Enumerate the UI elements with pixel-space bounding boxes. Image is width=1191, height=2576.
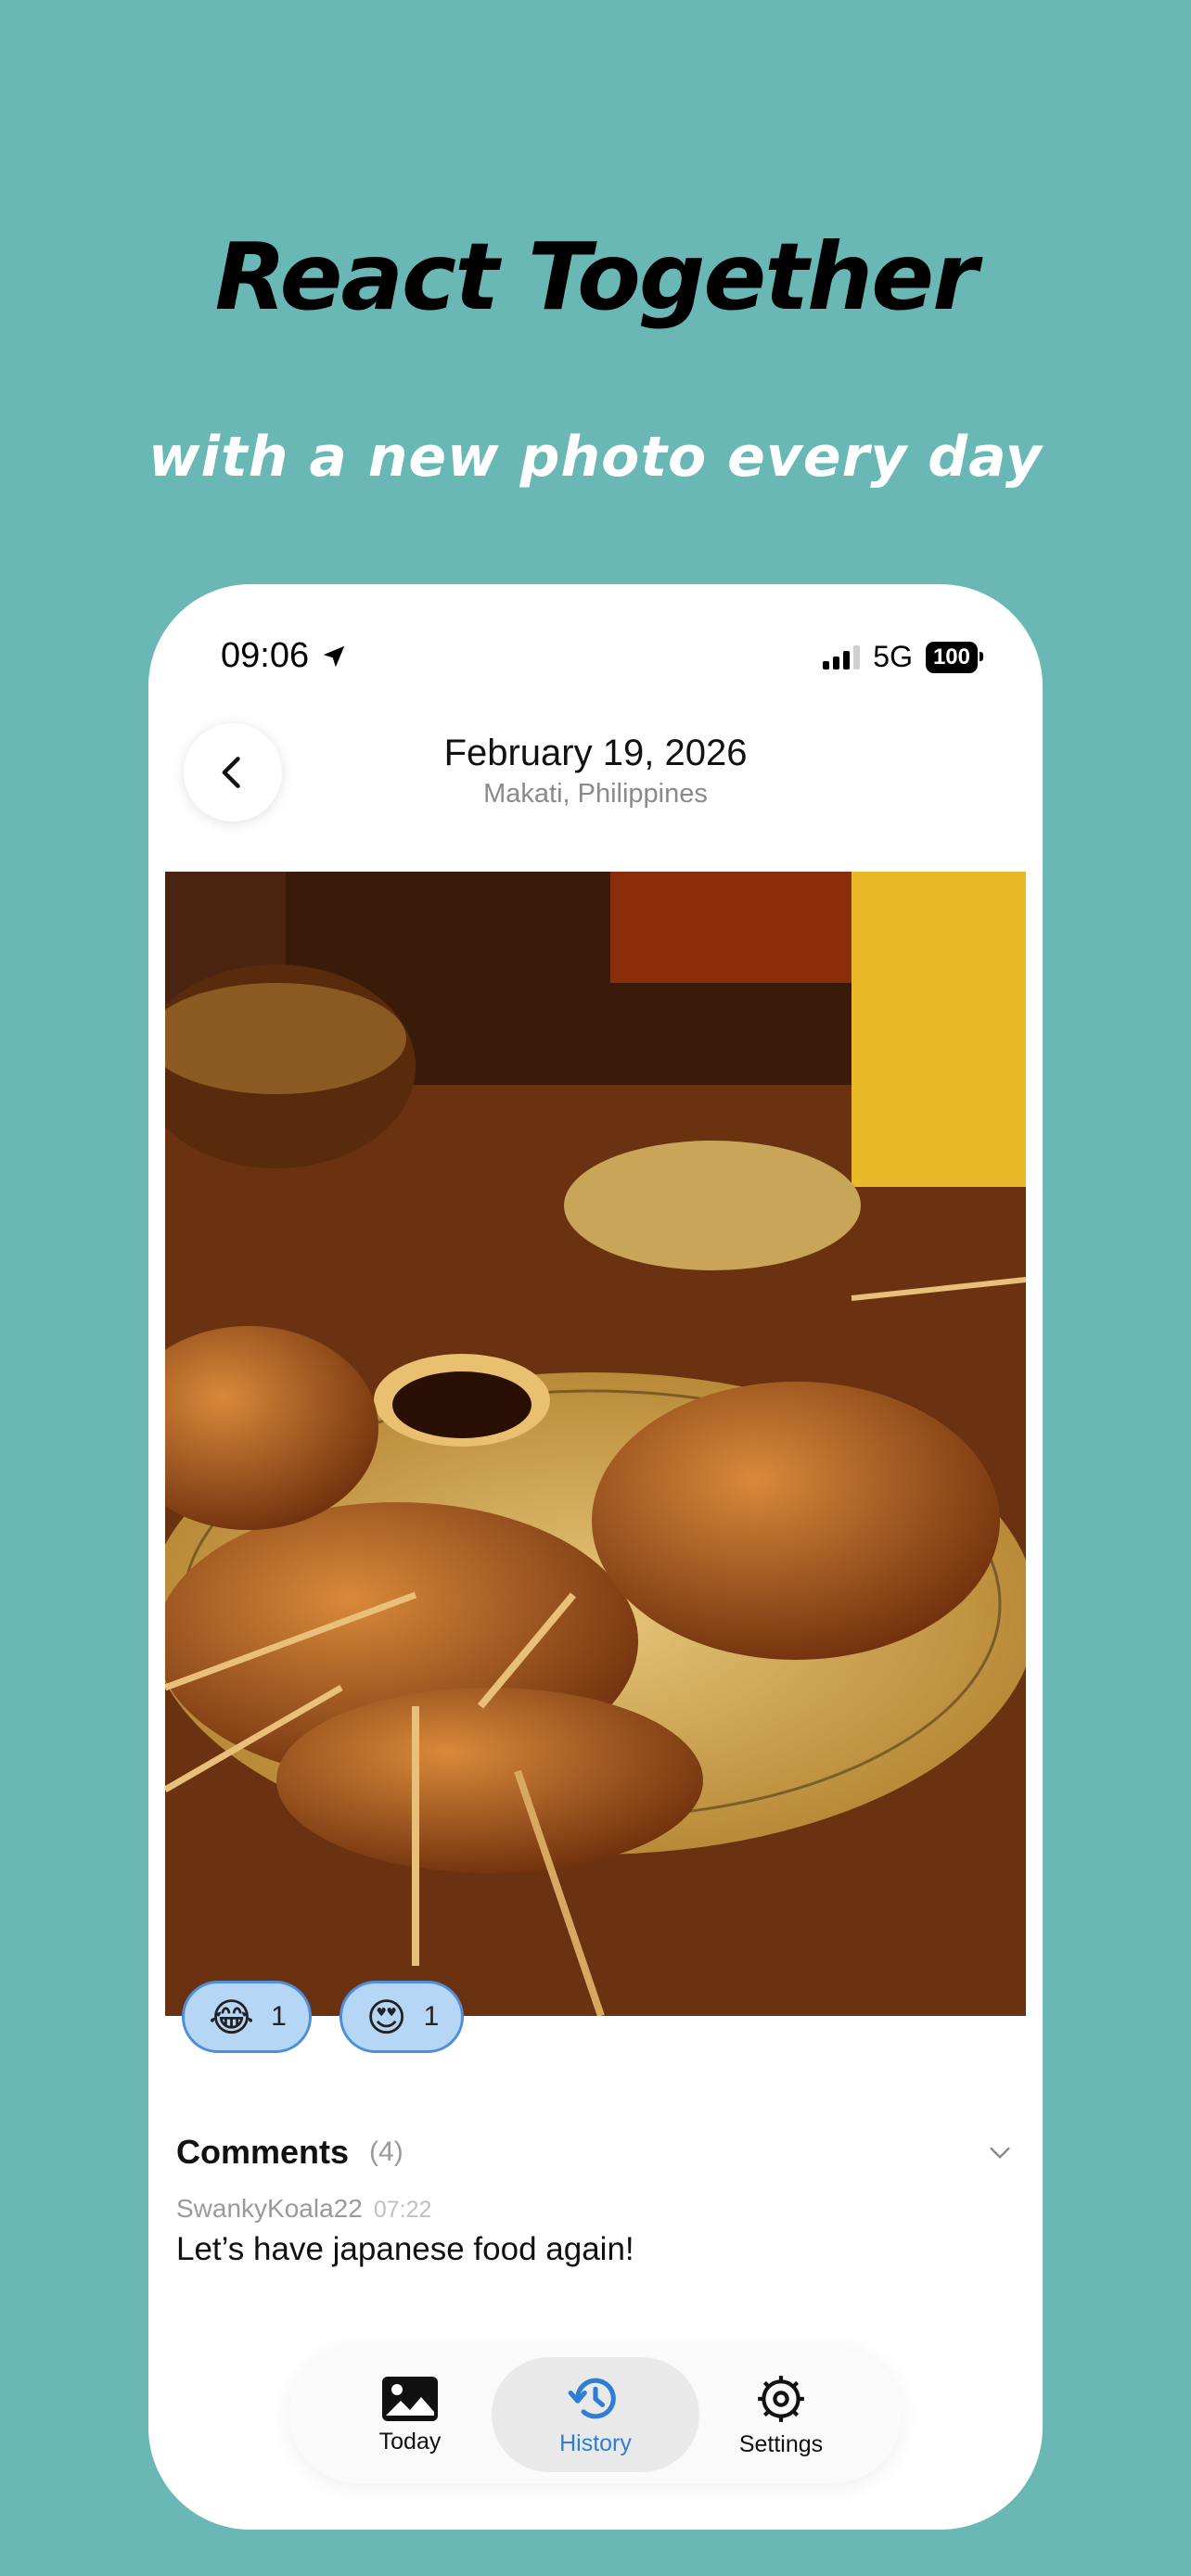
battery-icon: 100 [925,641,984,673]
tab-label-history: History [559,2429,632,2456]
chevron-down-icon[interactable] [985,2137,1015,2167]
status-bar-time: 09:06 [221,636,348,676]
tab-history[interactable]: History [492,2357,699,2472]
status-time-text: 09:06 [221,636,310,675]
laughing-emoji-icon: 😂 [209,1995,255,2039]
reactions-row: 😂 1 😍 1 [182,1981,465,2053]
food-photo-illustration [165,872,1026,2016]
signal-icon [823,644,861,670]
location-arrow-icon [323,645,345,667]
tab-settings[interactable]: Settings [677,2357,885,2472]
comments-header[interactable]: Comments (4) [176,2133,1015,2172]
history-icon [568,2378,616,2418]
photo-icon [382,2376,438,2421]
promo-subline: with a new photo every day [148,425,1043,490]
reaction-count: 1 [271,2001,287,2032]
promo-headline: React Together [214,223,979,331]
comment-text: Let’s have japanese food again! [176,2231,634,2267]
comment-author: SwankyKoala22 [176,2194,363,2223]
page-title-date: February 19, 2026 [443,733,748,773]
heart-eyes-emoji-icon: 😍 [365,1995,407,2039]
tab-today[interactable]: Today [306,2357,514,2472]
comment-meta: SwankyKoala22 07:22 [176,2194,431,2224]
phone-screen: 09:06 5G 100 February 19, 2026 Makati, P… [148,584,1043,2530]
reaction-count: 1 [423,2001,440,2032]
network-label: 5G [873,640,913,673]
reaction-heart-eyes[interactable]: 😍 1 [339,1981,465,2053]
comment-time: 07:22 [373,2197,432,2223]
gear-icon [758,2375,804,2422]
tab-label-today: Today [378,2428,442,2455]
tab-label-settings: Settings [738,2430,824,2457]
tab-bar: Today History Settings [289,2346,902,2483]
daily-photo[interactable] [165,872,1026,2016]
location-subtitle: Makati, Philippines [483,779,708,809]
status-bar-indicators: 5G 100 [823,640,984,674]
comments-title: Comments [176,2133,350,2171]
comments-count: (4) [369,2136,403,2167]
reaction-laughing[interactable]: 😂 1 [182,1981,312,2053]
